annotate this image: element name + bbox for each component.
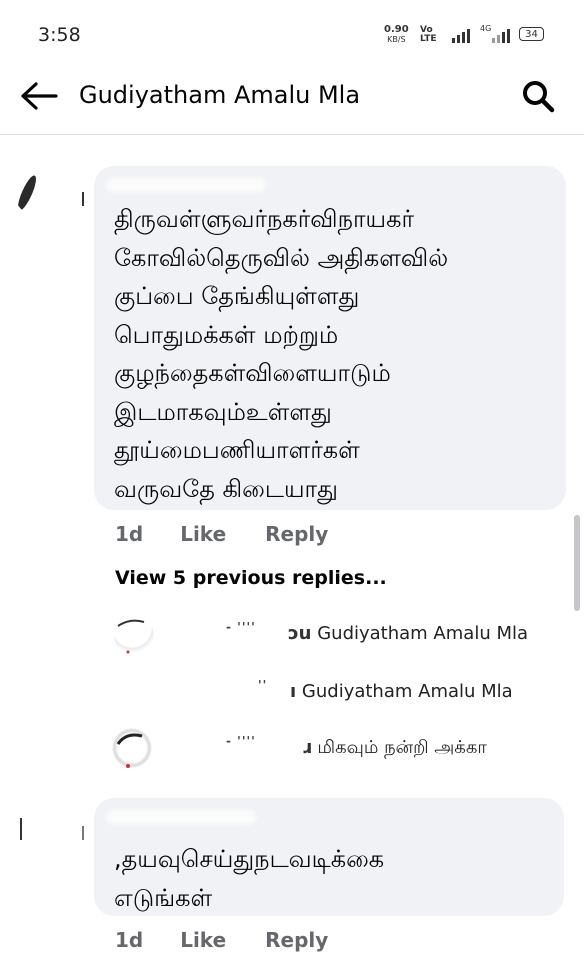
scrollbar[interactable] [574, 515, 580, 611]
view-previous-replies-link[interactable]: View 5 previous replies... [115, 567, 387, 589]
comment-bubble[interactable]: திருவள்ளுவர்நகர்விநாயகர் கோவில்தெருவில் … [94, 166, 566, 510]
network-speed-value: 0.90 [384, 24, 409, 35]
reply-snippet: ɹ மிகவும் நன்றி அக்கா [302, 737, 487, 760]
reply-mention: Gudiyatham Amalu Mla [317, 623, 529, 644]
reply-text: மிகவும் நன்றி அக்கா [317, 737, 487, 758]
comment-text: ,தயவுசெய்துநடவடிக்கை எடுங்கள் [114, 845, 385, 912]
reply-row[interactable]: - '''' ɹ மிகவும் நன்றி அக்கா [0, 726, 584, 770]
reply-button[interactable]: Reply [265, 928, 328, 952]
page-title: Gudiyatham Amalu Mla [79, 81, 361, 109]
signal-icon-2 [492, 28, 510, 43]
avatar-mark [14, 173, 40, 213]
status-time: 3:58 [38, 24, 81, 46]
reply-name-fragment: ɹ [302, 737, 312, 758]
comment-time: 1d [115, 928, 144, 952]
top-bar: Gudiyatham Amalu Mla [0, 70, 584, 135]
comment-actions: 1d Like Reply [115, 522, 360, 546]
avatar-mark [116, 733, 143, 768]
divider-tick [82, 192, 84, 206]
network-type: 4G [480, 24, 492, 33]
divider-tick [82, 826, 84, 840]
reply-name-fragment: ɔu [288, 623, 312, 644]
reply-name-fragment: ı [290, 681, 297, 702]
battery-icon: 34 [519, 27, 544, 41]
comment-actions: 1d Like Reply [115, 928, 360, 952]
volte-indicator: Vo LTE [420, 26, 437, 44]
author-name-redacted [106, 178, 266, 192]
search-icon[interactable] [521, 79, 555, 113]
reply-snippet: ɔu Gudiyatham Amalu Mla [288, 623, 528, 644]
author-name-redacted [106, 810, 256, 824]
reply-row[interactable]: - '''' ɔu Gudiyatham Amalu Mla [0, 612, 584, 656]
reply-button[interactable]: Reply [265, 522, 328, 546]
network-speed-unit: KB/S [387, 35, 406, 44]
avatar-mark [20, 818, 22, 840]
status-bar: 3:58 0.90 KB/S Vo LTE 4G 34 [0, 0, 584, 70]
like-button[interactable]: Like [180, 522, 226, 546]
name-redacted-dots: - '''' [226, 734, 256, 748]
comment-text: திருவள்ளுவர்நகர்விநாயகர் கோவில்தெருவில் … [114, 205, 449, 503]
reply-snippet: ı Gudiyatham Amalu Mla [290, 681, 513, 702]
like-button[interactable]: Like [180, 928, 226, 952]
reply-avatar [114, 616, 154, 656]
reply-avatar [112, 728, 152, 768]
comment-bubble[interactable]: ,தயவுசெய்துநடவடிக்கை எடுங்கள் [94, 798, 564, 916]
reply-row[interactable]: '' ı Gudiyatham Amalu Mla [0, 670, 584, 714]
back-arrow-icon[interactable] [20, 82, 58, 110]
name-redacted-dots: - '''' [226, 620, 256, 634]
comment-time: 1d [115, 522, 144, 546]
signal-icon [452, 28, 470, 43]
reply-mention: Gudiyatham Amalu Mla [301, 681, 513, 702]
network-speed: 0.90 KB/S [384, 25, 409, 45]
volte-bottom: LTE [420, 34, 437, 44]
name-redacted-dots: '' [258, 678, 268, 692]
avatar-mark [117, 619, 145, 654]
avatar[interactable] [14, 168, 62, 216]
